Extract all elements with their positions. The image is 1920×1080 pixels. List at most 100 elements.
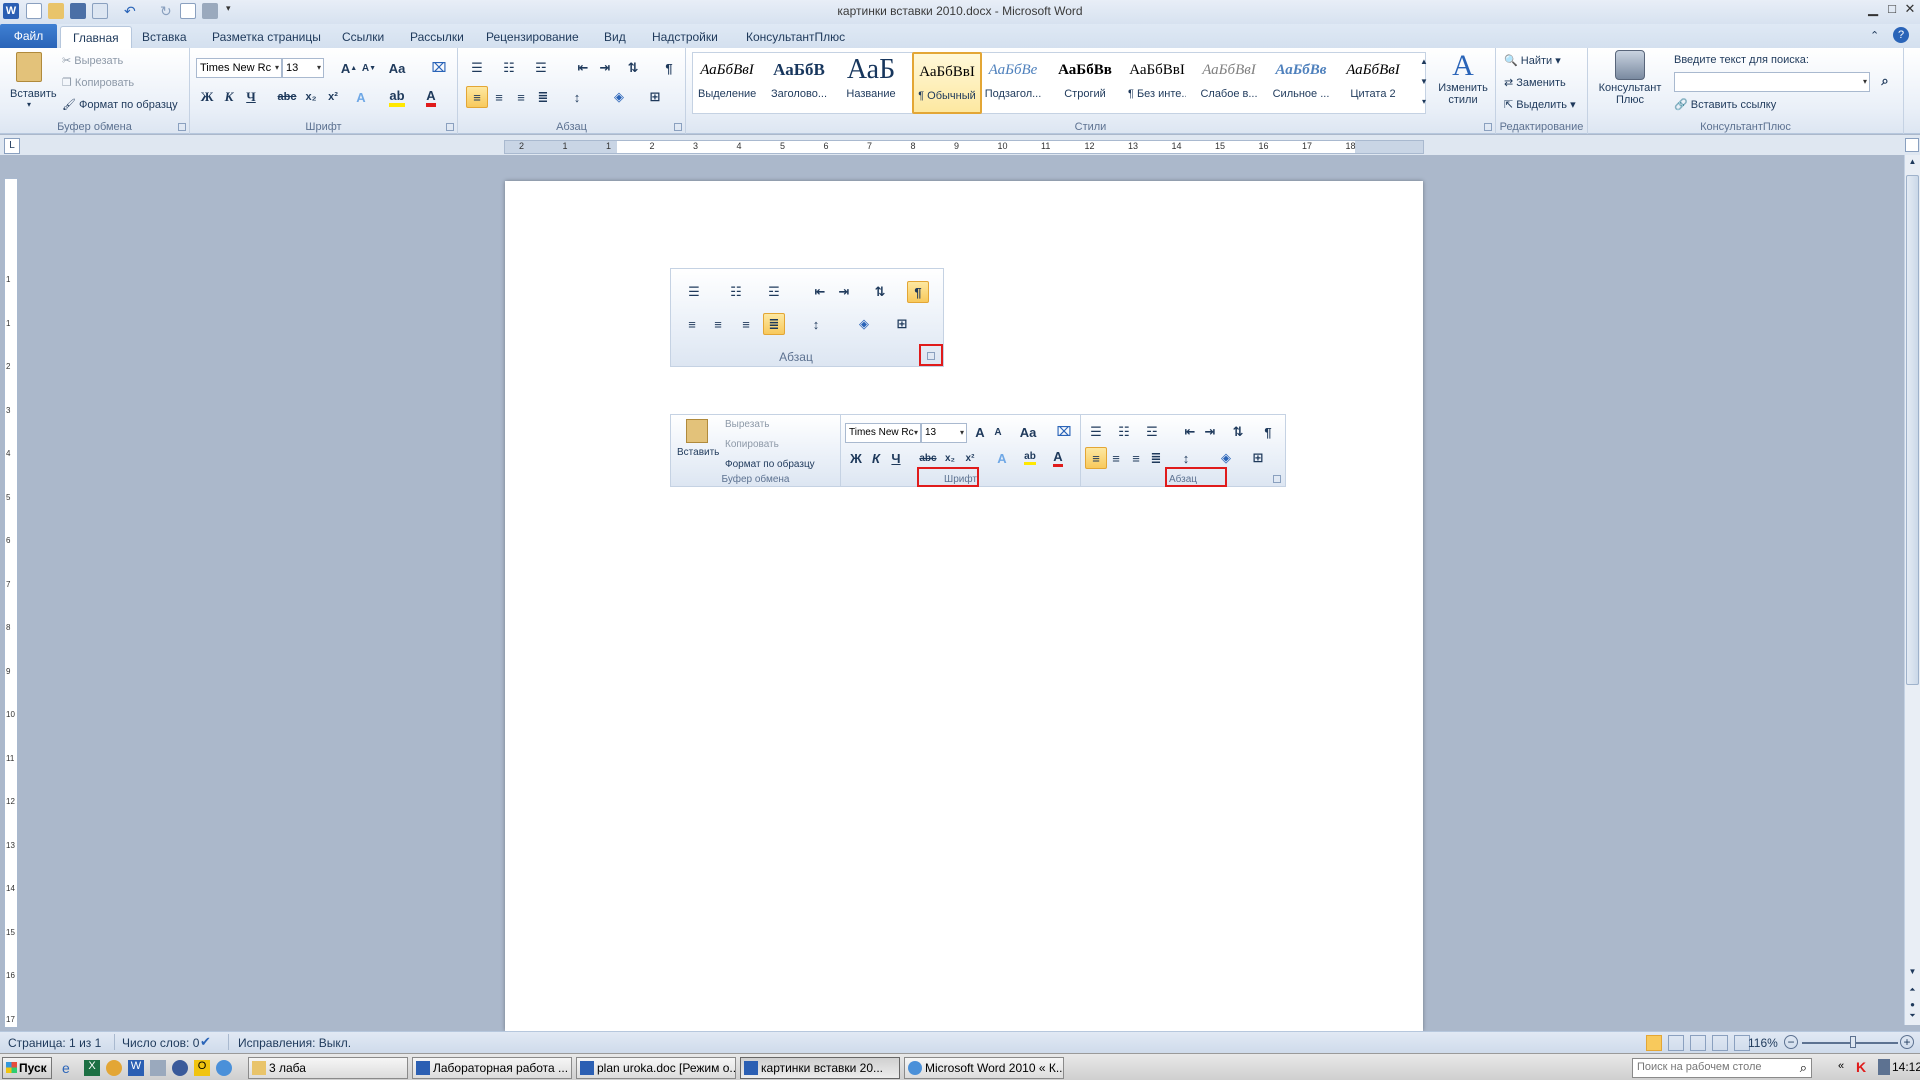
tray-expand-icon[interactable]: «	[1838, 1060, 1844, 1072]
search-icon[interactable]: ⌕	[1874, 70, 1896, 92]
opera-icon[interactable]: O	[194, 1060, 210, 1076]
image-paragraph-group[interactable]: ☰ ☷ ☲ ⇤ ⇥ ⇅ ¶ ≡ ≡ ≡ ≣ ↕ ◈ ⊞ Абзац	[670, 268, 944, 367]
tab-selector-icon[interactable]: L	[4, 138, 20, 154]
explorer-icon[interactable]	[150, 1060, 166, 1076]
status-word-count[interactable]: Число слов: 0	[122, 1036, 199, 1050]
select-button[interactable]: ⇱ Выделить ▾	[1504, 98, 1576, 111]
tab-references[interactable]: Ссылки	[330, 26, 396, 48]
minimize-ribbon-icon[interactable]: ⌃	[1870, 29, 1879, 42]
close-button[interactable]: ✕	[1895, 0, 1920, 18]
word-icon[interactable]: W	[128, 1060, 144, 1076]
status-page[interactable]: Страница: 1 из 1	[8, 1036, 101, 1050]
taskbar-button-plan-uroka[interactable]: plan uroka.doc [Режим о...	[576, 1057, 736, 1079]
ie-icon[interactable]: e	[62, 1060, 78, 1076]
style-emphasis[interactable]: АаБбВвІ Выделение	[698, 52, 756, 114]
subscript-icon[interactable]: x₂	[300, 86, 322, 108]
find-button[interactable]: 🔍 Найти ▾	[1504, 54, 1561, 67]
zoom-out-icon[interactable]: −	[1784, 1035, 1798, 1049]
underline-icon[interactable]: Ч	[240, 86, 262, 108]
font-name-combo[interactable]: Times New Rc ▾	[196, 58, 282, 78]
start-button[interactable]: Пуск	[2, 1057, 52, 1079]
help-icon[interactable]: ?	[1893, 27, 1909, 43]
style-quote-2[interactable]: АаБбВвІ Цитата 2	[1344, 52, 1402, 114]
align-center-icon[interactable]: ≡	[488, 86, 510, 108]
text-effects-icon[interactable]: A	[350, 86, 372, 108]
tab-file[interactable]: Файл	[0, 24, 57, 48]
style-title[interactable]: АаБ Название	[842, 52, 900, 114]
styles-launcher-icon[interactable]	[1484, 123, 1492, 131]
taskbar-button-folder[interactable]: 3 лаба	[248, 1057, 408, 1079]
style-subtle-emphasis[interactable]: АаБбВвІ Слабое в...	[1200, 52, 1258, 114]
show-marks-icon[interactable]: ¶	[658, 57, 680, 79]
clipboard-launcher-icon[interactable]	[178, 123, 186, 131]
cut-button[interactable]: ✂ Вырезать	[62, 54, 123, 67]
format-painter-button[interactable]: 🖌 Формат по образцу	[62, 98, 178, 111]
change-styles-button[interactable]: A Изменить стили	[1434, 50, 1492, 116]
tab-insert[interactable]: Вставка	[130, 26, 199, 48]
paragraph-launcher-icon[interactable]	[674, 123, 682, 131]
style-no-spacing[interactable]: АаБбВвІ ¶ Без инте...	[1128, 52, 1186, 114]
vertical-ruler[interactable]: 1 1 2 3 4 5 6 7 8 9 10 11 12 13 14 15 16 17	[4, 178, 18, 1028]
style-heading[interactable]: АаБбВ Заголово...	[770, 52, 828, 114]
app-icon[interactable]	[106, 1060, 122, 1076]
taskbar-button-active-doc[interactable]: картинки вставки 20...	[740, 1057, 900, 1079]
font-size-combo[interactable]: 13 ▾	[282, 58, 324, 78]
proofing-icon[interactable]: ✔	[200, 1034, 216, 1050]
clear-formatting-icon[interactable]: ⌧	[428, 57, 450, 79]
taskbar-button-lab-work[interactable]: Лабораторная работа ...	[412, 1057, 572, 1079]
tab-addins[interactable]: Надстройки	[640, 26, 730, 48]
line-spacing-icon[interactable]: ↕	[566, 86, 588, 108]
bullets-icon[interactable]: ☰	[466, 57, 488, 79]
italic-icon[interactable]: К	[218, 86, 240, 108]
sort-icon[interactable]: ⇅	[622, 57, 644, 79]
shrink-font-icon[interactable]: A ▼	[358, 57, 380, 79]
styles-scroll[interactable]: ▲ ▼ ▾	[1418, 52, 1430, 114]
zoom-level[interactable]: 116%	[1748, 1036, 1778, 1050]
kaspersky-icon[interactable]: K	[1856, 1059, 1872, 1075]
tab-mailings[interactable]: Рассылки	[398, 26, 476, 48]
font-launcher-icon[interactable]	[446, 123, 454, 131]
tab-review[interactable]: Рецензирование	[474, 26, 591, 48]
excel-icon[interactable]: X	[84, 1060, 100, 1076]
browse-object-icon[interactable]: ●	[1906, 1000, 1919, 1010]
web-view-icon[interactable]	[1690, 1035, 1706, 1051]
style-intense-emphasis[interactable]: АаБбВв Сильное ...	[1272, 52, 1330, 114]
numbering-icon[interactable]: ☷	[498, 57, 520, 79]
align-right-icon[interactable]: ≡	[510, 86, 532, 108]
multilevel-list-icon[interactable]: ☲	[530, 57, 552, 79]
tab-home[interactable]: Главная	[60, 26, 132, 48]
align-left-icon[interactable]: ≡	[466, 86, 488, 108]
status-track-changes[interactable]: Исправления: Выкл.	[238, 1036, 351, 1050]
clock[interactable]: 14:12	[1892, 1060, 1920, 1074]
taskbar-button-browser[interactable]: Microsoft Word 2010 « К...	[904, 1057, 1064, 1079]
full-screen-view-icon[interactable]	[1668, 1035, 1684, 1051]
grow-font-icon[interactable]: A ▲	[338, 57, 360, 79]
print-layout-view-icon[interactable]	[1646, 1035, 1662, 1051]
style-subtitle[interactable]: АаБбВе Подзагол...	[984, 52, 1042, 114]
prev-page-icon[interactable]: ⏶	[1906, 985, 1919, 998]
paste-button[interactable]: Вставить ▾	[10, 52, 57, 116]
vertical-scrollbar[interactable]: ▲ ▼ ⏶ ● ⏷	[1904, 155, 1920, 1025]
media-player-icon[interactable]	[172, 1060, 188, 1076]
increase-indent-icon[interactable]: ⇥	[594, 57, 616, 79]
consultant-plus-button[interactable]: Консультант Плюс	[1594, 50, 1666, 116]
scroll-down-icon[interactable]: ▼	[1906, 967, 1919, 980]
consultant-search-input[interactable]: ▾	[1674, 72, 1870, 92]
skype-icon[interactable]	[216, 1060, 232, 1076]
horizontal-ruler[interactable]: 2 1 1 2 3 4 5 6 7 8 9 10 11 12 13 14 15 16 17 18	[504, 140, 1424, 154]
insert-link-button[interactable]: 🔗 Вставить ссылку	[1674, 98, 1776, 111]
font-color-icon[interactable]: A	[420, 86, 442, 108]
style-normal[interactable]: АаБбВвІ ¶ Обычный	[912, 52, 982, 114]
zoom-in-icon[interactable]: +	[1900, 1035, 1914, 1049]
scroll-thumb[interactable]	[1906, 175, 1919, 685]
style-strong[interactable]: АаБбВв Строгий	[1056, 52, 1114, 114]
zoom-slider-thumb[interactable]	[1850, 1036, 1856, 1048]
scroll-up-icon[interactable]: ▲	[1906, 157, 1919, 170]
decrease-indent-icon[interactable]: ⇤	[572, 57, 594, 79]
network-icon[interactable]	[1878, 1059, 1890, 1075]
copy-button[interactable]: ❐ Копировать	[62, 76, 134, 89]
image-ribbon-groups[interactable]: Вставить Вырезать Копировать Формат по о…	[670, 414, 1286, 487]
next-page-icon[interactable]: ⏷	[1906, 1011, 1919, 1024]
tab-page-layout[interactable]: Разметка страницы	[200, 26, 333, 48]
view-ruler-icon[interactable]	[1905, 138, 1919, 152]
